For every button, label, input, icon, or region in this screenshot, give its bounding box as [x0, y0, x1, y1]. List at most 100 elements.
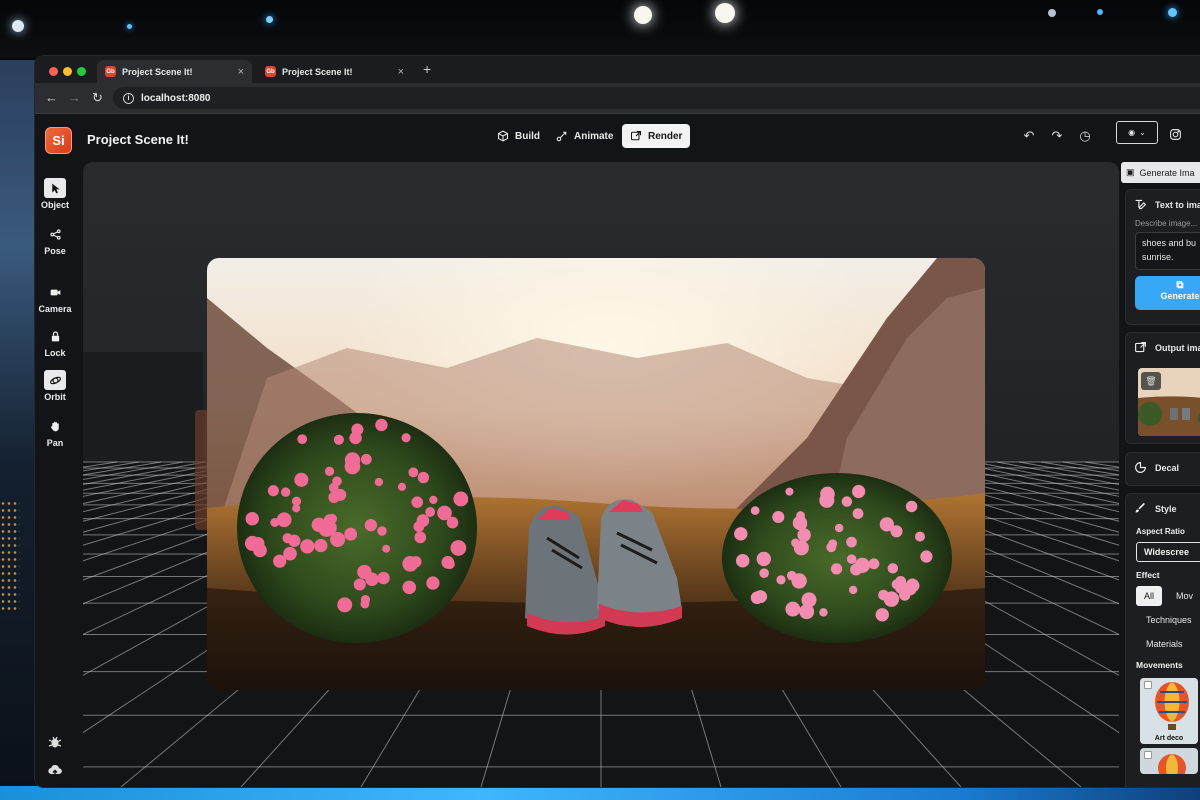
flower — [920, 550, 933, 563]
back-icon[interactable]: ← — [45, 90, 58, 105]
tool-rail: Object Pose Camera Lock Orbit Pan — [35, 164, 75, 787]
flower — [402, 580, 417, 595]
flower — [360, 599, 370, 609]
address-field[interactable]: i localhost:8080 — [113, 87, 1200, 109]
mode-build-button[interactable]: Build — [489, 124, 548, 148]
reload-icon[interactable]: ↻ — [92, 90, 103, 106]
aspect-ratio-label: Aspect Ratio — [1136, 527, 1185, 536]
movements-label: Movements — [1136, 660, 1183, 670]
decal-card[interactable]: Decal — [1125, 452, 1200, 486]
prompt-input[interactable]: shoes and bu sunrise. — [1135, 232, 1200, 270]
card-title: Text to imag — [1155, 199, 1200, 210]
zoom-window-button[interactable] — [77, 67, 86, 76]
tool-orbit[interactable]: Orbit — [35, 370, 75, 402]
movement-checkbox[interactable] — [1144, 751, 1152, 759]
output-thumbnail[interactable]: 🗑 — [1138, 368, 1200, 436]
generate-button[interactable]: ⧉ Generate — [1135, 276, 1200, 310]
app-logo: Si — [45, 127, 72, 154]
flower — [283, 546, 297, 561]
flower — [776, 575, 786, 585]
card-title: Style — [1155, 503, 1177, 514]
flower — [887, 563, 899, 574]
lock-icon — [44, 326, 66, 346]
stage-light — [1097, 9, 1103, 15]
flower — [397, 482, 407, 491]
flower — [364, 518, 378, 532]
history-icon[interactable]: ◷ — [1077, 128, 1093, 144]
tool-object[interactable]: Object — [35, 178, 75, 210]
mode-animate-button[interactable]: Animate — [548, 124, 621, 148]
flower — [791, 538, 800, 548]
flower — [895, 575, 907, 587]
card-header: Output ima — [1126, 333, 1200, 362]
browser-tab-2[interactable]: Gb Project Scene It! × — [257, 60, 412, 83]
cloud-upload-icon[interactable] — [47, 762, 63, 778]
url-bar: ← → ↻ i localhost:8080 — [35, 83, 1200, 114]
stage-light — [1168, 8, 1177, 17]
generate-image-tab[interactable]: ▣ Generate Ima — [1121, 162, 1200, 183]
close-tab-icon[interactable]: × — [398, 66, 404, 78]
stage-light — [634, 6, 652, 24]
flower — [344, 452, 361, 468]
forward-icon[interactable]: → — [68, 90, 81, 105]
new-tab-button[interactable]: + — [423, 61, 431, 77]
favicon: Gb — [265, 66, 276, 77]
site-info-icon[interactable]: i — [123, 92, 134, 104]
techniques-item[interactable]: Techniques — [1126, 608, 1200, 632]
url-text: localhost:8080 — [141, 92, 211, 104]
scene-object-back — [195, 410, 207, 530]
card-title: Output ima — [1155, 342, 1200, 353]
flower — [314, 538, 328, 553]
close-window-button[interactable] — [49, 67, 58, 76]
flower — [320, 520, 337, 536]
hand-icon — [44, 416, 66, 436]
movement-checkbox[interactable] — [1144, 681, 1152, 689]
aspect-ratio-select[interactable]: Widescree — [1136, 542, 1200, 562]
flower — [294, 472, 309, 487]
mode-render-button[interactable]: Render — [622, 124, 691, 148]
instagram-icon[interactable] — [1167, 128, 1183, 144]
view-mode-dropdown[interactable]: ◉ ⌄ — [1116, 121, 1158, 144]
movement-card-2[interactable] — [1140, 748, 1198, 774]
minimize-window-button[interactable] — [63, 67, 72, 76]
movement-card-art-deco[interactable]: Art deco — [1140, 678, 1198, 744]
decal-icon — [1135, 462, 1146, 473]
text-to-image-card: Text to imag Describe image... shoes and… — [1125, 189, 1200, 325]
close-tab-icon[interactable]: × — [238, 66, 244, 78]
flower — [846, 536, 857, 548]
flower — [253, 543, 267, 558]
flower — [453, 491, 469, 507]
tool-lock[interactable]: Lock — [35, 326, 75, 358]
undo-icon[interactable]: ↶ — [1021, 128, 1037, 144]
stage-light — [12, 20, 24, 32]
flower — [905, 500, 918, 513]
mode-label: Render — [648, 130, 683, 142]
tool-camera[interactable]: Camera — [35, 282, 75, 314]
card-header: Text to imag — [1126, 190, 1200, 219]
flower — [852, 484, 866, 499]
flower — [425, 507, 436, 517]
flower — [292, 504, 301, 513]
tool-label: Object — [40, 200, 69, 210]
effect-label: Effect — [1136, 570, 1160, 580]
delete-icon[interactable]: 🗑 — [1141, 372, 1161, 390]
bug-icon[interactable] — [47, 734, 63, 750]
tool-label: Pan — [46, 438, 64, 448]
chip-movements[interactable]: Mov — [1168, 586, 1200, 606]
flower — [750, 591, 764, 605]
flower — [734, 527, 748, 541]
redo-icon[interactable]: ↷ — [1049, 128, 1065, 144]
tool-pan[interactable]: Pan — [35, 416, 75, 448]
chip-all[interactable]: All — [1136, 586, 1163, 606]
text-edit-icon — [1135, 199, 1147, 210]
browser-tab-1[interactable]: Gb Project Scene It! × — [97, 60, 252, 83]
generate-icon: ⧉ — [1176, 280, 1184, 291]
flower — [374, 477, 384, 487]
stage-light — [1048, 9, 1056, 17]
chevron-down-icon: ⌄ — [1139, 128, 1146, 137]
flower — [276, 512, 292, 528]
scene-viewport[interactable] — [83, 162, 1119, 787]
tool-pose[interactable]: Pose — [35, 224, 75, 256]
materials-item[interactable]: Materials — [1126, 632, 1200, 656]
flower — [841, 496, 853, 507]
